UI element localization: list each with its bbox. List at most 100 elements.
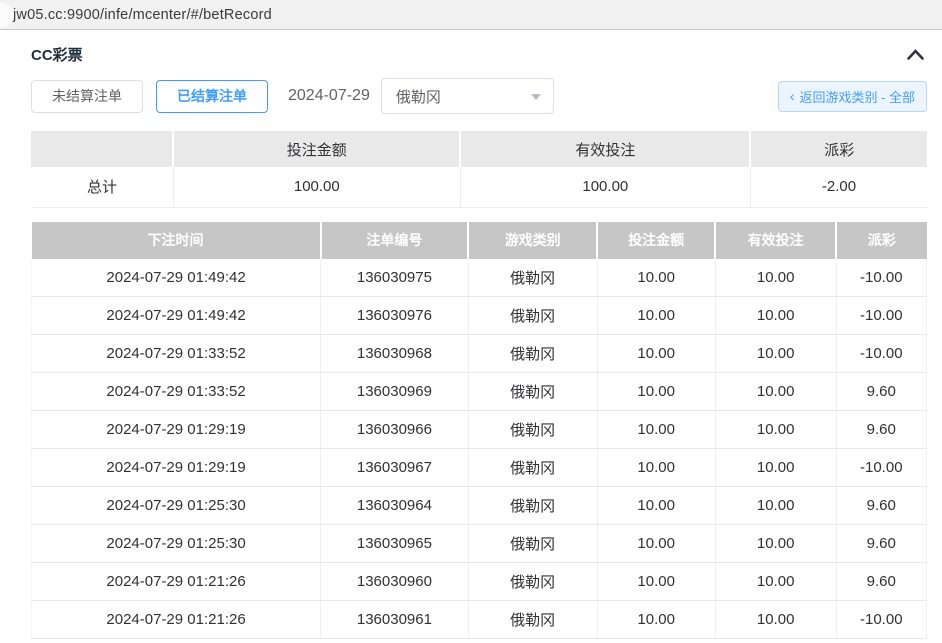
back-button-label: 返回游戏类别 - 全部: [799, 87, 915, 106]
bet-time-cell: 2024-07-29 01:33:52: [32, 335, 321, 373]
game-category-cell: 俄勒冈: [468, 525, 597, 563]
bet-amount-cell: 10.00: [597, 297, 715, 335]
filter-toolbar: 未结算注单 已结算注单 2024-07-29 俄勒冈 ‹ 返回游戏类别 - 全部: [31, 78, 927, 114]
payout-cell: -10.00: [836, 297, 926, 335]
tab-unsettled-bets[interactable]: 未结算注单: [31, 80, 143, 113]
bet-id-cell: 136030966: [321, 411, 469, 449]
game-category-cell: 俄勒冈: [468, 487, 597, 525]
panel-header: CC彩票: [31, 30, 927, 65]
header-bet-amount: 投注金额: [597, 222, 715, 259]
summary-header-row: 投注金额 有效投注 派彩: [31, 131, 927, 167]
bet-amount-cell: 10.00: [597, 373, 715, 411]
payout-cell: 9.60: [836, 487, 926, 525]
payout-cell: -10.00: [836, 449, 926, 487]
game-category-cell: 俄勒冈: [468, 373, 597, 411]
bet-time-cell: 2024-07-29 01:33:52: [32, 373, 321, 411]
bet-id-cell: 136030967: [321, 449, 469, 487]
table-row: 2024-07-29 01:21:26 136030960 俄勒冈 10.00 …: [32, 563, 927, 601]
game-category-cell: 俄勒冈: [468, 297, 597, 335]
bet-amount-cell: 10.00: [597, 487, 715, 525]
bet-amount-cell: 10.00: [597, 563, 715, 601]
payout-cell: -10.00: [836, 259, 926, 297]
page-title: CC彩票: [31, 44, 83, 65]
bet-id-cell: 136030965: [321, 525, 469, 563]
table-row: 2024-07-29 01:21:26 136030961 俄勒冈 10.00 …: [32, 601, 927, 639]
summary-table: 投注金额 有效投注 派彩 总计 100.00 100.00 -2.00: [31, 131, 927, 208]
summary-valid-bet: 100.00: [460, 167, 750, 207]
header-bet-id: 注单编号: [321, 222, 469, 259]
summary-total-label: 总计: [31, 167, 173, 207]
valid-bet-cell: 10.00: [715, 259, 836, 297]
payout-cell: 9.60: [836, 411, 926, 449]
date-label: 2024-07-29: [288, 87, 370, 105]
summary-bet-amount: 100.00: [173, 167, 460, 207]
caret-down-icon: [531, 94, 541, 105]
bet-id-cell: 136030964: [321, 487, 469, 525]
chevron-up-icon: [906, 49, 925, 64]
valid-bet-cell: 10.00: [715, 373, 836, 411]
bet-id-cell: 136030968: [321, 335, 469, 373]
bet-amount-cell: 10.00: [597, 525, 715, 563]
bet-id-cell: 136030961: [321, 601, 469, 639]
header-bet-time: 下注时间: [32, 222, 321, 259]
bet-id-cell: 136030969: [321, 373, 469, 411]
bet-records-table: 下注时间 注单编号 游戏类别 投注金额 有效投注 派彩 2024-07-29 0…: [31, 222, 927, 640]
collapse-panel-button[interactable]: [904, 46, 927, 63]
game-category-cell: 俄勒冈: [468, 259, 597, 297]
table-row: 2024-07-29 01:29:19 136030967 俄勒冈 10.00 …: [32, 449, 927, 487]
header-valid-bet: 有效投注: [715, 222, 836, 259]
bet-amount-cell: 10.00: [597, 411, 715, 449]
valid-bet-cell: 10.00: [715, 297, 836, 335]
payout-cell: -10.00: [836, 601, 926, 639]
game-select[interactable]: 俄勒冈: [381, 78, 554, 114]
valid-bet-cell: 10.00: [715, 449, 836, 487]
bet-record-page: CC彩票 未结算注单 已结算注单 2024-07-29 俄勒冈 ‹ 返回游戏类别…: [0, 30, 942, 639]
game-category-cell: 俄勒冈: [468, 411, 597, 449]
payout-cell: 9.60: [836, 525, 926, 563]
bet-amount-cell: 10.00: [597, 335, 715, 373]
bet-id-cell: 136030976: [321, 297, 469, 335]
bet-amount-cell: 10.00: [597, 259, 715, 297]
bet-time-cell: 2024-07-29 01:49:42: [32, 297, 321, 335]
table-row: 2024-07-29 01:33:52 136030968 俄勒冈 10.00 …: [32, 335, 927, 373]
bet-time-cell: 2024-07-29 01:29:19: [32, 449, 321, 487]
url-text: jw05.cc:9900/infe/mcenter/#/betRecord: [13, 7, 272, 23]
payout-cell: 9.60: [836, 563, 926, 601]
valid-bet-cell: 10.00: [715, 601, 836, 639]
summary-header-valid-bet: 有效投注: [460, 131, 750, 167]
valid-bet-cell: 10.00: [715, 525, 836, 563]
table-header-row: 下注时间 注单编号 游戏类别 投注金额 有效投注 派彩: [32, 222, 927, 259]
summary-header-payout: 派彩: [750, 131, 927, 167]
valid-bet-cell: 10.00: [715, 563, 836, 601]
bet-amount-cell: 10.00: [597, 449, 715, 487]
header-payout: 派彩: [836, 222, 926, 259]
bet-time-cell: 2024-07-29 01:21:26: [32, 563, 321, 601]
bet-time-cell: 2024-07-29 01:25:30: [32, 487, 321, 525]
bet-time-cell: 2024-07-29 01:49:42: [32, 259, 321, 297]
valid-bet-cell: 10.00: [715, 487, 836, 525]
game-select-value: 俄勒冈: [396, 86, 441, 107]
table-row: 2024-07-29 01:25:30 136030965 俄勒冈 10.00 …: [32, 525, 927, 563]
summary-header-empty: [31, 131, 173, 167]
bet-amount-cell: 10.00: [597, 601, 715, 639]
table-row: 2024-07-29 01:49:42 136030975 俄勒冈 10.00 …: [32, 259, 927, 297]
back-to-game-category-button[interactable]: ‹ 返回游戏类别 - 全部: [778, 81, 927, 112]
table-row: 2024-07-29 01:49:42 136030976 俄勒冈 10.00 …: [32, 297, 927, 335]
browser-address-bar[interactable]: jw05.cc:9900/infe/mcenter/#/betRecord: [0, 0, 942, 30]
game-category-cell: 俄勒冈: [468, 601, 597, 639]
valid-bet-cell: 10.00: [715, 335, 836, 373]
summary-total-row: 总计 100.00 100.00 -2.00: [31, 167, 927, 207]
valid-bet-cell: 10.00: [715, 411, 836, 449]
game-category-cell: 俄勒冈: [468, 335, 597, 373]
summary-payout: -2.00: [750, 167, 927, 207]
browser-button: [0, 2, 14, 28]
game-category-cell: 俄勒冈: [468, 449, 597, 487]
bet-time-cell: 2024-07-29 01:25:30: [32, 525, 321, 563]
back-arrow-icon: ‹: [790, 89, 795, 103]
game-category-cell: 俄勒冈: [468, 563, 597, 601]
payout-cell: -10.00: [836, 335, 926, 373]
summary-header-bet-amount: 投注金额: [173, 131, 460, 167]
table-row: 2024-07-29 01:29:19 136030966 俄勒冈 10.00 …: [32, 411, 927, 449]
tab-settled-bets[interactable]: 已结算注单: [156, 80, 268, 113]
table-row: 2024-07-29 01:33:52 136030969 俄勒冈 10.00 …: [32, 373, 927, 411]
